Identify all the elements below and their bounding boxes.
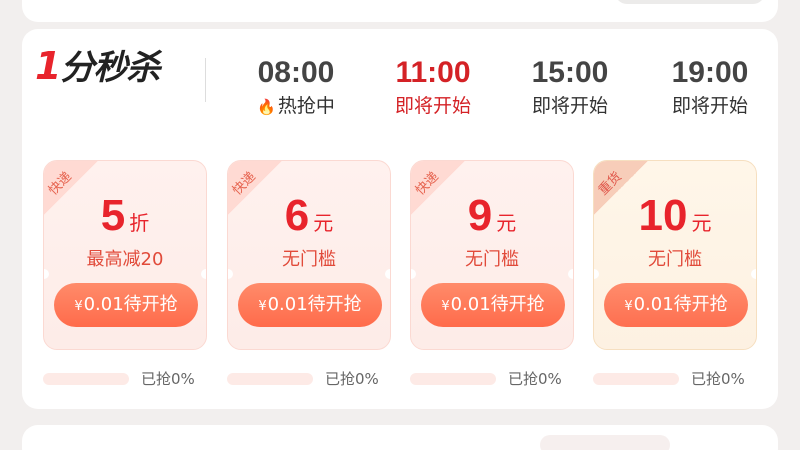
claim-progress-bar xyxy=(593,373,679,385)
yen-symbol: ¥ xyxy=(74,299,83,314)
claim-percent: 已抢0% xyxy=(691,370,745,388)
yen-symbol: ¥ xyxy=(624,299,633,314)
coupon-card[interactable]: 快递 6元 无门槛 ¥0.01待开抢 xyxy=(227,160,391,350)
coupon-condition: 最高减20 xyxy=(86,249,164,270)
coupon-notch xyxy=(201,269,206,279)
coupon-amount-unit: 元 xyxy=(691,211,712,235)
cta-label: 待开抢 xyxy=(123,294,178,315)
coupon-notch xyxy=(44,269,49,279)
coupon-amount: 9元 xyxy=(411,191,573,241)
coupon-condition: 无门槛 xyxy=(648,249,702,270)
time-slot-1900[interactable]: 19:00 即将开始 xyxy=(640,55,780,119)
next-card-pill xyxy=(540,435,670,450)
coupon-amount-value: 10 xyxy=(638,191,688,240)
flash-sale-logo: 1分秒杀 xyxy=(35,44,160,88)
price: 0.01 xyxy=(267,294,308,315)
previous-card-pill xyxy=(615,0,765,4)
coupon-amount: 6元 xyxy=(228,191,390,241)
divider xyxy=(205,58,206,102)
coupon-amount-unit: 元 xyxy=(496,211,517,235)
slot-status-label: 热抢中 xyxy=(277,95,335,117)
claim-progress-bar xyxy=(43,373,129,385)
coupon-amount: 5折 xyxy=(44,191,206,241)
claim-percent: 已抢0% xyxy=(325,370,379,388)
price: 0.01 xyxy=(633,294,674,315)
price: 0.01 xyxy=(450,294,491,315)
coupon-notch xyxy=(594,269,599,279)
coupon-amount-value: 5 xyxy=(100,191,126,240)
coupon-amount-value: 9 xyxy=(467,191,493,240)
fire-icon: 🔥 xyxy=(257,98,276,116)
grab-button[interactable]: ¥0.01待开抢 xyxy=(238,283,382,327)
coupon-condition: 无门槛 xyxy=(282,249,336,270)
claim-progress-bar xyxy=(227,373,313,385)
slot-status-label: 即将开始 xyxy=(671,95,748,117)
claim-percent: 已抢0% xyxy=(141,370,195,388)
logo-text: 分秒杀 xyxy=(60,48,160,88)
grab-button[interactable]: ¥0.01待开抢 xyxy=(421,283,565,327)
coupon-notch xyxy=(751,269,756,279)
coupon-notch xyxy=(568,269,573,279)
slot-time: 15:00 xyxy=(531,56,609,89)
slot-time: 19:00 xyxy=(671,56,749,89)
yen-symbol: ¥ xyxy=(258,299,267,314)
coupon-notch xyxy=(385,269,390,279)
coupon-amount-unit: 折 xyxy=(129,211,150,235)
slot-status: 🔥 热抢中 xyxy=(226,93,366,120)
cta-label: 待开抢 xyxy=(490,294,545,315)
yen-symbol: ¥ xyxy=(441,299,450,314)
coupon-card[interactable]: 重货 10 元 无门槛 ¥0.01待开抢 xyxy=(593,160,757,350)
cta-label: 待开抢 xyxy=(307,294,362,315)
coupon-card[interactable]: 快递 9元 无门槛 ¥0.01待开抢 xyxy=(410,160,574,350)
grab-button[interactable]: ¥0.01待开抢 xyxy=(54,283,198,327)
logo-number: 1 xyxy=(35,44,61,88)
coupon-notch xyxy=(411,269,416,279)
slot-status-label: 即将开始 xyxy=(531,95,608,117)
time-slot-1100[interactable]: 11:00 即将开始 xyxy=(363,55,503,119)
slot-time: 08:00 xyxy=(257,56,335,89)
price: 0.01 xyxy=(83,294,124,315)
coupon-condition: 无门槛 xyxy=(465,249,519,270)
coupon-amount: 10 元 xyxy=(594,191,756,241)
slot-time: 11:00 xyxy=(395,56,471,89)
slot-status-label: 即将开始 xyxy=(394,95,471,117)
coupon-card[interactable]: 快递 5折 最高减20 ¥0.01待开抢 xyxy=(43,160,207,350)
claim-percent: 已抢0% xyxy=(508,370,562,388)
time-slot-1500[interactable]: 15:00 即将开始 xyxy=(500,55,640,119)
claim-progress-bar xyxy=(410,373,496,385)
coupon-amount-value: 6 xyxy=(284,191,310,240)
cta-label: 待开抢 xyxy=(673,294,728,315)
coupon-notch xyxy=(228,269,233,279)
coupon-amount-unit: 元 xyxy=(313,211,334,235)
grab-button[interactable]: ¥0.01待开抢 xyxy=(604,283,748,327)
time-slot-0800[interactable]: 08:00 🔥 热抢中 xyxy=(226,55,366,120)
